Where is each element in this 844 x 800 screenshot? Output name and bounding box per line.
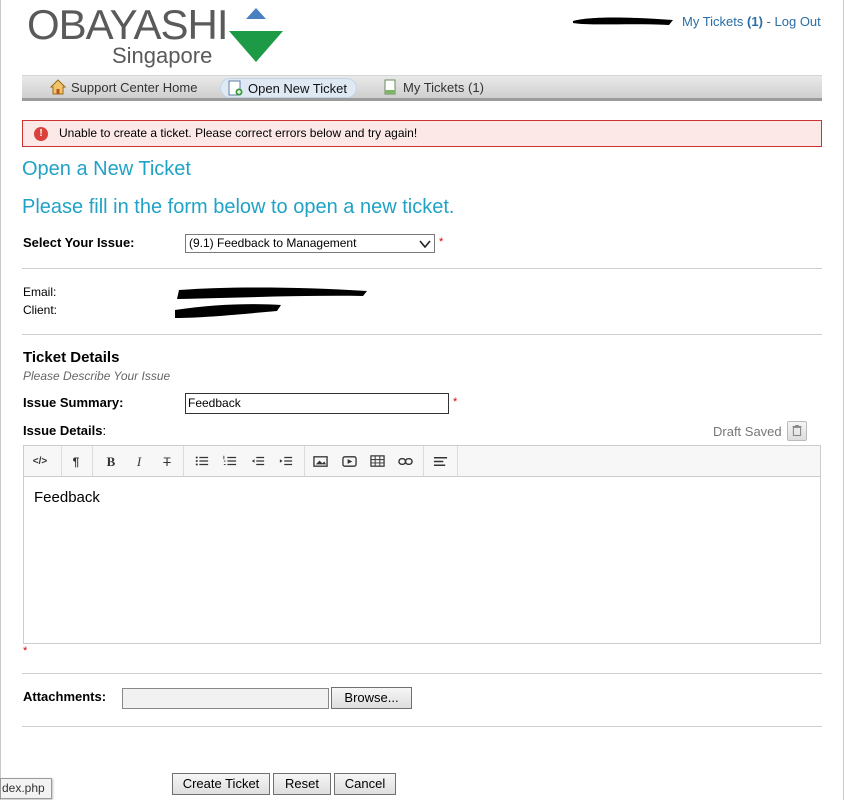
form-intro: Please fill in the form below to open a … <box>22 196 455 218</box>
issue-details-label: Issue Details: <box>23 423 107 438</box>
header-links: My Tickets (1) - Log Out <box>682 14 821 29</box>
ticket-details-subheading: Please Describe Your Issue <box>23 369 171 383</box>
nav-my-label: My Tickets (1) <box>403 80 484 95</box>
bold-button[interactable]: B <box>100 452 122 472</box>
attachment-file-field[interactable] <box>122 688 329 709</box>
html-view-button[interactable]: </> <box>29 452 51 472</box>
browse-button[interactable]: Browse... <box>331 687 412 709</box>
issue-topic-select[interactable]: (9.1) Feedback to Management <box>185 234 435 253</box>
error-icon: ! <box>34 127 48 141</box>
details-required-mark: * <box>23 645 28 657</box>
company-logo-text: OBAYASHI <box>27 1 229 48</box>
toolbar-separator <box>304 446 305 476</box>
toolbar-separator <box>61 446 62 476</box>
delete-draft-button[interactable] <box>787 421 807 441</box>
nav-open-new-ticket[interactable]: Open New Ticket <box>220 78 357 98</box>
reset-button[interactable]: Reset <box>273 773 331 795</box>
logout-link[interactable]: Log Out <box>775 14 821 29</box>
toolbar-separator <box>423 446 424 476</box>
strikethrough-button[interactable]: T <box>156 452 178 472</box>
divider <box>22 334 822 335</box>
browser-status-url: dex.php <box>0 778 52 799</box>
page-title: Open a New Ticket <box>22 158 191 180</box>
document-icon <box>384 79 396 95</box>
attachments-label: Attachments: <box>23 689 107 704</box>
video-icon <box>341 456 357 467</box>
new-ticket-icon <box>228 80 243 96</box>
indent-icon <box>279 456 293 466</box>
indent-button[interactable] <box>275 452 297 472</box>
numbered-list-icon <box>223 455 237 466</box>
divider <box>22 268 822 269</box>
issue-select-value: (9.1) Feedback to Management <box>189 236 357 250</box>
italic-button[interactable]: I <box>128 452 150 472</box>
toolbar-separator <box>457 446 458 476</box>
my-tickets-link[interactable]: My Tickets (1) <box>682 14 763 29</box>
table-icon <box>369 455 385 467</box>
nav-support-center-home[interactable]: Support Center Home <box>44 78 206 98</box>
nav-home-label: Support Center Home <box>71 80 198 95</box>
nav-open-label: Open New Ticket <box>248 81 347 96</box>
issue-summary-label: Issue Summary: <box>23 395 124 410</box>
paragraph-format-button[interactable]: ¶ <box>65 452 87 472</box>
issue-details-editor[interactable]: Feedback <box>23 477 821 644</box>
link-icon <box>397 457 413 466</box>
insert-table-button[interactable] <box>366 452 388 472</box>
error-banner: ! Unable to create a ticket. Please corr… <box>22 120 822 147</box>
insert-image-button[interactable] <box>309 452 331 472</box>
bullet-list-icon <box>195 456 209 466</box>
toolbar-separator <box>92 446 93 476</box>
client-label: Client: <box>23 303 58 317</box>
main-navigation: Support Center Home Open New Ticket My T… <box>22 75 822 101</box>
outdent-icon <box>251 456 265 466</box>
align-button[interactable] <box>429 452 451 472</box>
editor-toolbar: </> ¶ B I T <box>23 445 821 477</box>
create-ticket-button[interactable]: Create Ticket <box>172 773 270 795</box>
editor-content: Feedback <box>34 489 100 506</box>
issue-summary-input[interactable]: Feedback <box>185 393 449 414</box>
insert-link-button[interactable] <box>394 452 416 472</box>
issue-select-label: Select Your Issue: <box>23 235 135 250</box>
company-logo-subtitle: Singapore <box>112 43 213 68</box>
redacted-username <box>573 17 673 25</box>
summary-required-mark: * <box>453 396 458 408</box>
email-label: Email: <box>23 285 57 299</box>
align-left-icon <box>433 457 447 466</box>
header-separator: - <box>766 14 771 29</box>
ticket-details-heading: Ticket Details <box>23 349 120 366</box>
divider <box>22 726 822 727</box>
draft-status: Draft Saved <box>713 424 782 439</box>
insert-video-button[interactable] <box>338 452 360 472</box>
cancel-button[interactable]: Cancel <box>334 773 396 795</box>
outdent-button[interactable] <box>247 452 269 472</box>
ordered-list-button[interactable] <box>219 452 241 472</box>
error-message: Unable to create a ticket. Please correc… <box>59 126 418 140</box>
issue-required-mark: * <box>439 236 444 248</box>
trash-icon <box>792 425 802 437</box>
divider <box>22 673 822 674</box>
toolbar-separator <box>183 446 184 476</box>
redacted-email-client <box>175 287 367 318</box>
company-logo-mark <box>229 8 283 62</box>
nav-my-tickets[interactable]: My Tickets (1) <box>376 78 493 98</box>
unordered-list-button[interactable] <box>191 452 213 472</box>
home-icon <box>50 79 66 95</box>
image-icon <box>312 456 328 467</box>
chevron-down-icon <box>419 240 431 249</box>
